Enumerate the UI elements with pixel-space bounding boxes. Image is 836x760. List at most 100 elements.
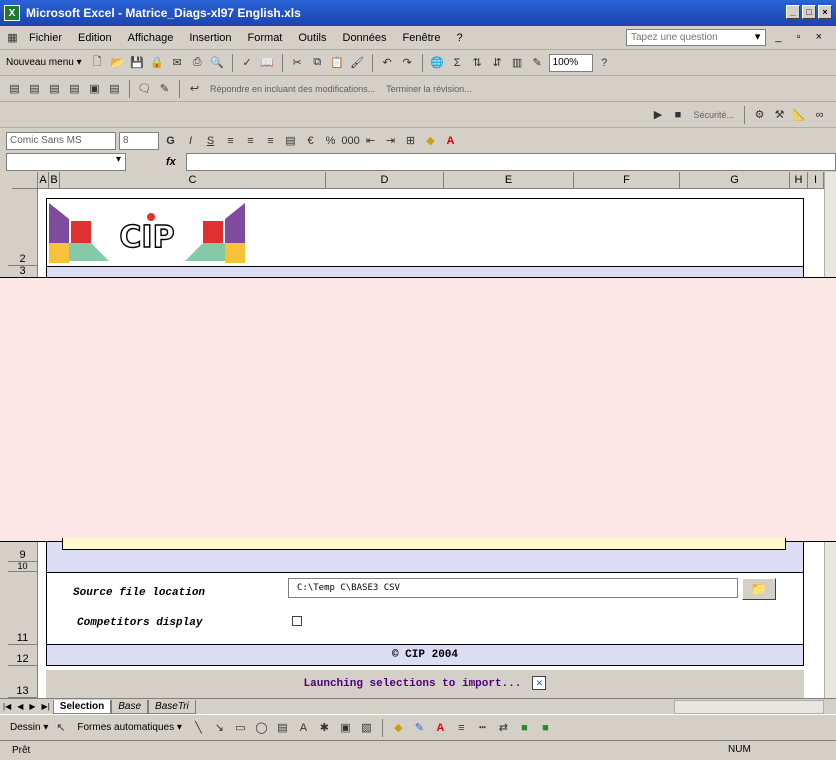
link-icon[interactable]: ∞	[811, 106, 828, 123]
align-center-icon[interactable]: ≡	[242, 132, 259, 149]
menu-donnees[interactable]: Données	[335, 32, 395, 44]
review-icon-1[interactable]: ▤	[6, 80, 23, 97]
tab-base[interactable]: Base	[111, 699, 149, 714]
shadow-icon[interactable]: ■	[516, 719, 533, 736]
reply-icon[interactable]: ↩	[186, 80, 203, 97]
increase-indent-icon[interactable]: ⇥	[382, 132, 399, 149]
undo-icon[interactable]: ↶	[379, 54, 396, 71]
rectangle-icon[interactable]: ▭	[232, 719, 249, 736]
percent-icon[interactable]: %	[322, 132, 339, 149]
review-icon-2[interactable]: ▤	[26, 80, 43, 97]
workbook-window-controls[interactable]: ▾ _ ▫ ×	[755, 30, 828, 43]
fill-color-draw-icon[interactable]: ◆	[390, 719, 407, 736]
formula-input[interactable]	[185, 153, 836, 171]
review-icon-5[interactable]: ▣	[86, 80, 103, 97]
row-header-11[interactable]: 11	[8, 572, 38, 645]
menu-fichier[interactable]: Fichier	[21, 32, 70, 44]
chart-wizard-icon[interactable]: ▥	[509, 54, 526, 71]
format-painter-icon[interactable]: 🖌	[349, 54, 366, 71]
wordart-icon[interactable]: A	[295, 719, 312, 736]
3d-icon[interactable]: ■	[537, 719, 554, 736]
permission-icon[interactable]: 🔒	[149, 54, 166, 71]
row-header-9[interactable]: 9	[8, 542, 38, 562]
menu-edition[interactable]: Edition	[70, 32, 120, 44]
next-sheet-icon[interactable]: ▶	[26, 702, 38, 711]
picture-icon[interactable]: ▧	[358, 719, 375, 736]
security-button[interactable]: Sécurité...	[689, 110, 738, 120]
print-preview-icon[interactable]: 🔍	[209, 54, 226, 71]
column-header-c[interactable]: C	[60, 172, 326, 189]
row-header-13[interactable]: 13	[8, 666, 38, 698]
column-header-f[interactable]: F	[574, 172, 680, 189]
browse-button[interactable]: 📁	[742, 578, 776, 600]
currency-icon[interactable]: €	[302, 132, 319, 149]
bold-icon[interactable]: G	[162, 132, 179, 149]
copy-icon[interactable]: ⧉	[309, 54, 326, 71]
last-sheet-icon[interactable]: ▶|	[39, 702, 53, 711]
horizontal-scrollbar[interactable]	[674, 699, 824, 714]
maximize-button[interactable]: □	[802, 5, 816, 19]
line-icon[interactable]: ╲	[190, 719, 207, 736]
end-review-button[interactable]: Terminer la révision...	[382, 84, 476, 94]
close-button[interactable]: ×	[818, 5, 832, 19]
open-folder-icon[interactable]: 📂	[109, 54, 126, 71]
underline-icon[interactable]: S	[202, 132, 219, 149]
help-question-input[interactable]	[626, 29, 766, 46]
select-pointer-icon[interactable]: ↖	[52, 719, 69, 736]
controls-icon[interactable]: ⚒	[771, 106, 788, 123]
column-header-d[interactable]: D	[326, 172, 444, 189]
row-header-2[interactable]: 2	[8, 189, 38, 266]
sort-descending-icon[interactable]: ⇵	[489, 54, 506, 71]
redo-icon[interactable]: ↷	[399, 54, 416, 71]
font-color-draw-icon[interactable]: A	[432, 719, 449, 736]
menu-fenetre[interactable]: Fenêtre	[395, 32, 449, 44]
comment-icon[interactable]: 🗨	[136, 80, 153, 97]
zoom-select[interactable]: 100%	[548, 53, 593, 72]
paste-icon[interactable]: 📋	[329, 54, 346, 71]
name-box[interactable]: ▾	[6, 153, 126, 171]
column-header-g[interactable]: G	[680, 172, 790, 189]
track-changes-icon[interactable]: ✎	[156, 80, 173, 97]
line-style-icon[interactable]: ≡	[453, 719, 470, 736]
autosum-icon[interactable]: Σ	[449, 54, 466, 71]
column-header-i[interactable]: I	[808, 172, 824, 189]
column-header-e[interactable]: E	[444, 172, 574, 189]
menu-help[interactable]: ?	[448, 32, 470, 44]
hyperlink-icon[interactable]: 🌐	[429, 54, 446, 71]
oval-icon[interactable]: ◯	[253, 719, 270, 736]
draw-menu-button[interactable]: Dessin ▾	[10, 722, 48, 733]
italic-icon[interactable]: I	[182, 132, 199, 149]
column-header-h[interactable]: H	[790, 172, 808, 189]
menu-insertion[interactable]: Insertion	[181, 32, 239, 44]
review-icon-6[interactable]: ▤	[106, 80, 123, 97]
borders-icon[interactable]: ⊞	[402, 132, 419, 149]
drawing-icon[interactable]: ✎	[529, 54, 546, 71]
new-file-icon[interactable]: 🗋	[89, 54, 106, 71]
excel-app-icon[interactable]: X	[4, 5, 20, 21]
autoshapes-button[interactable]: Formes automatiques ▾	[73, 722, 186, 733]
spelling-icon[interactable]: ✓	[239, 54, 256, 71]
reply-with-changes-button[interactable]: Répondre en incluant des modifications..…	[206, 84, 379, 94]
thousands-icon[interactable]: 000	[341, 132, 359, 149]
vb-editor-icon[interactable]: ⚙	[751, 106, 768, 123]
align-right-icon[interactable]: ≡	[262, 132, 279, 149]
line-color-icon[interactable]: ✎	[411, 719, 428, 736]
email-icon[interactable]: ✉	[169, 54, 186, 71]
source-file-input[interactable]: C:\Temp C\BASE3 CSV	[288, 578, 738, 598]
diagram-icon[interactable]: ✱	[316, 719, 333, 736]
launch-button[interactable]: ✕	[532, 676, 547, 691]
review-icon-4[interactable]: ▤	[66, 80, 83, 97]
research-icon[interactable]: 📖	[259, 54, 276, 71]
select-all-corner[interactable]	[12, 172, 38, 189]
fx-icon[interactable]: fx	[166, 156, 176, 168]
font-color-icon[interactable]: A	[442, 132, 459, 149]
tab-basetri[interactable]: BaseTri	[148, 699, 196, 714]
save-icon[interactable]: 💾	[129, 54, 146, 71]
row-header-12[interactable]: 12	[8, 645, 38, 666]
textbox-icon[interactable]: ▤	[274, 719, 291, 736]
align-left-icon[interactable]: ≡	[222, 132, 239, 149]
sort-ascending-icon[interactable]: ⇅	[469, 54, 486, 71]
tab-selection[interactable]: Selection	[52, 699, 112, 714]
help-icon[interactable]: ?	[596, 54, 613, 71]
font-select[interactable]: Comic Sans MS	[6, 131, 116, 150]
